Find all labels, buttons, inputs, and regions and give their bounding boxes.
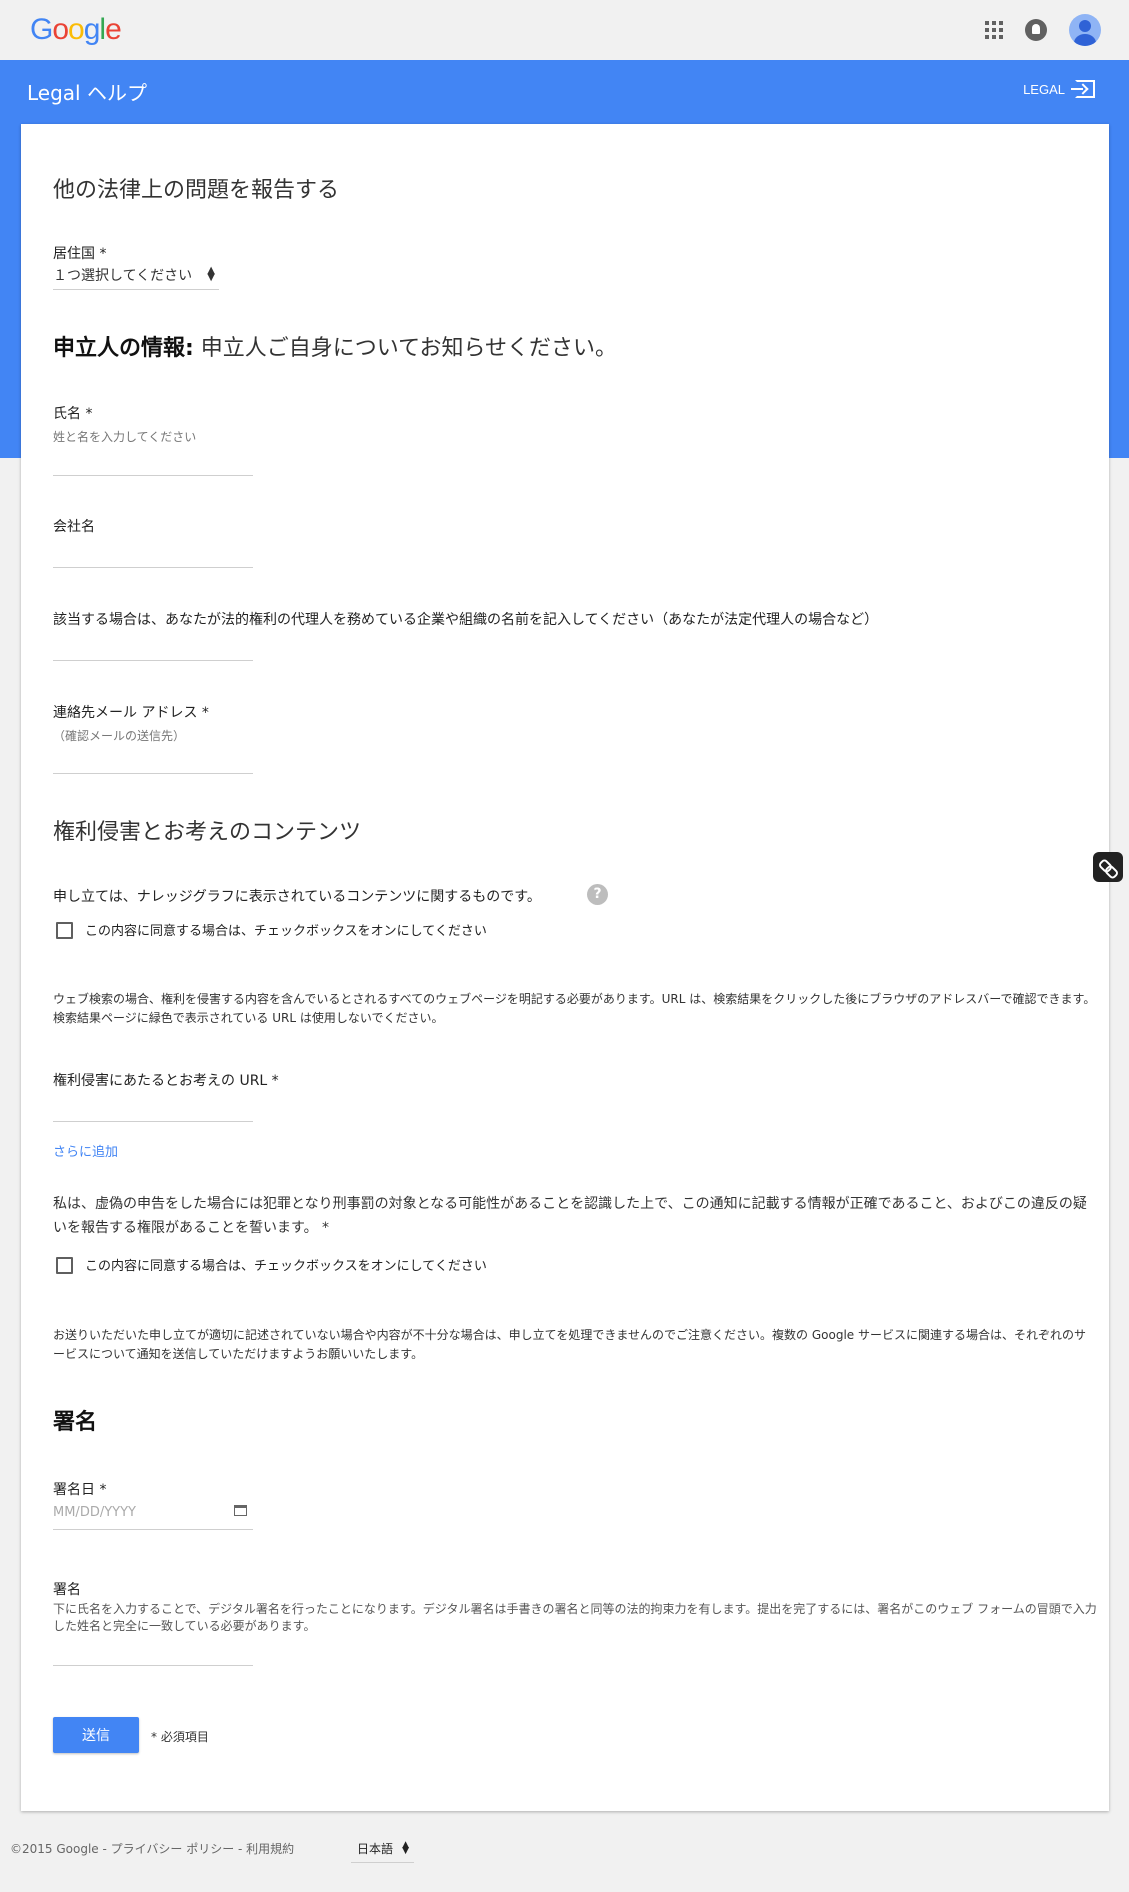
logo-letter: o — [68, 13, 85, 46]
add-more-link[interactable]: さらに追加 — [53, 1141, 118, 1160]
declaration-text: 私は、虚偽の申告をした場合には犯罪となり刑事罰の対象となる可能性があることを認識… — [53, 1196, 1087, 1236]
represented-org-label: 該当する場合は、あなたが法的権利の代理人を務めている企業や組織の名前を記入してく… — [53, 612, 879, 628]
name-label: 氏名 * — [53, 406, 93, 422]
country-select[interactable]: １つ選択してください ▲ ▼ — [53, 263, 219, 290]
name-input[interactable] — [53, 475, 253, 476]
notifications-icon[interactable] — [1025, 19, 1047, 41]
legal-link-label: LEGAL — [1023, 81, 1065, 97]
form-card: 他の法律上の問題を報告する 居住国 * １つ選択してください ▲ ▼ 申立人の情報… — [21, 124, 1109, 1811]
knowledge-graph-checkbox[interactable] — [56, 922, 73, 939]
company-label: 会社名 — [53, 519, 95, 535]
applicant-heading: 申立人の情報: 申立人ご自身についてお知らせください。 — [53, 330, 617, 362]
country-label: 居住国 * — [53, 246, 107, 262]
apps-icon[interactable] — [985, 21, 1003, 39]
select-arrows-icon: ▲ ▼ — [207, 265, 215, 283]
declaration-checkbox-label: この内容に同意する場合は、チェックボックスをオンにしてください — [85, 1259, 487, 1274]
exit-icon — [1071, 80, 1095, 98]
email-hint: （確認メールの送信先） — [53, 729, 186, 743]
logo-letter: G — [30, 13, 53, 46]
knowledge-graph-text: 申し立ては、ナレッジグラフに表示されているコンテンツに関するものです。 — [53, 889, 541, 905]
language-select[interactable]: 日本語 ▲ ▼ — [351, 1837, 414, 1863]
email-label: 連絡先メール アドレス * — [53, 705, 209, 721]
signature-hint: 下に氏名を入力することで、デジタル署名を行ったことになります。デジタル署名は手書… — [53, 1602, 1097, 1633]
top-bar: Google — [0, 0, 1129, 60]
signature-input[interactable] — [53, 1665, 253, 1666]
calendar-icon[interactable] — [234, 1505, 247, 1516]
footer-links[interactable]: ©2015 Google - プライバシー ポリシー - 利用規約 — [10, 1840, 294, 1857]
select-arrows-icon: ▲ ▼ — [402, 1840, 409, 1856]
page-title: 他の法律上の問題を報告する — [53, 178, 340, 203]
legal-link[interactable]: LEGAL — [1023, 80, 1095, 98]
signature-date-placeholder: MM/DD/YYYY — [53, 1505, 136, 1520]
applicant-heading-bold: 申立人の情報: — [53, 336, 194, 361]
country-selected-value: １つ選択してください — [53, 268, 193, 284]
avatar[interactable] — [1069, 14, 1101, 46]
url-input[interactable] — [53, 1121, 253, 1122]
url-label: 権利侵害にあたるとお考えの URL * — [53, 1073, 279, 1089]
signature-label: 署名 — [53, 1582, 81, 1598]
submit-button[interactable]: 送信 — [53, 1717, 139, 1753]
applicant-heading-rest: 申立人ご自身についてお知らせください。 — [193, 336, 618, 361]
logo-letter: e — [105, 13, 122, 46]
signature-heading: 署名 — [53, 1410, 98, 1435]
name-hint: 姓と名を入力してください — [53, 430, 197, 444]
company-input[interactable] — [53, 567, 253, 568]
email-input[interactable] — [53, 773, 253, 774]
declaration-checkbox[interactable] — [56, 1257, 73, 1274]
notice-text: お送りいただいた申し立てが適切に記述されていない場合や内容が不十分な場合は、申し… — [53, 1328, 1086, 1361]
content-heading: 権利侵害とお考えのコンテンツ — [53, 820, 362, 845]
required-note: * 必須項目 — [151, 1730, 209, 1744]
language-selected-value: 日本語 — [357, 1842, 394, 1856]
link-widget-icon[interactable] — [1093, 852, 1123, 882]
signature-date-label: 署名日 * — [53, 1482, 107, 1498]
web-search-note: ウェブ検索の場合、権利を侵害する内容を含んでいるとされるすべてのウェブページを明… — [53, 992, 1096, 1025]
knowledge-graph-checkbox-label: この内容に同意する場合は、チェックボックスをオンにしてください — [85, 924, 487, 939]
represented-org-input[interactable] — [53, 660, 253, 661]
top-icons — [985, 14, 1101, 46]
signature-date-input[interactable]: MM/DD/YYYY — [53, 1501, 253, 1530]
logo-letter: g — [83, 13, 101, 46]
help-title[interactable]: Legal ヘルプ — [27, 77, 147, 106]
google-logo[interactable]: Google — [30, 13, 122, 47]
logo-letter: o — [52, 13, 69, 46]
help-icon[interactable]: ? — [587, 884, 608, 905]
